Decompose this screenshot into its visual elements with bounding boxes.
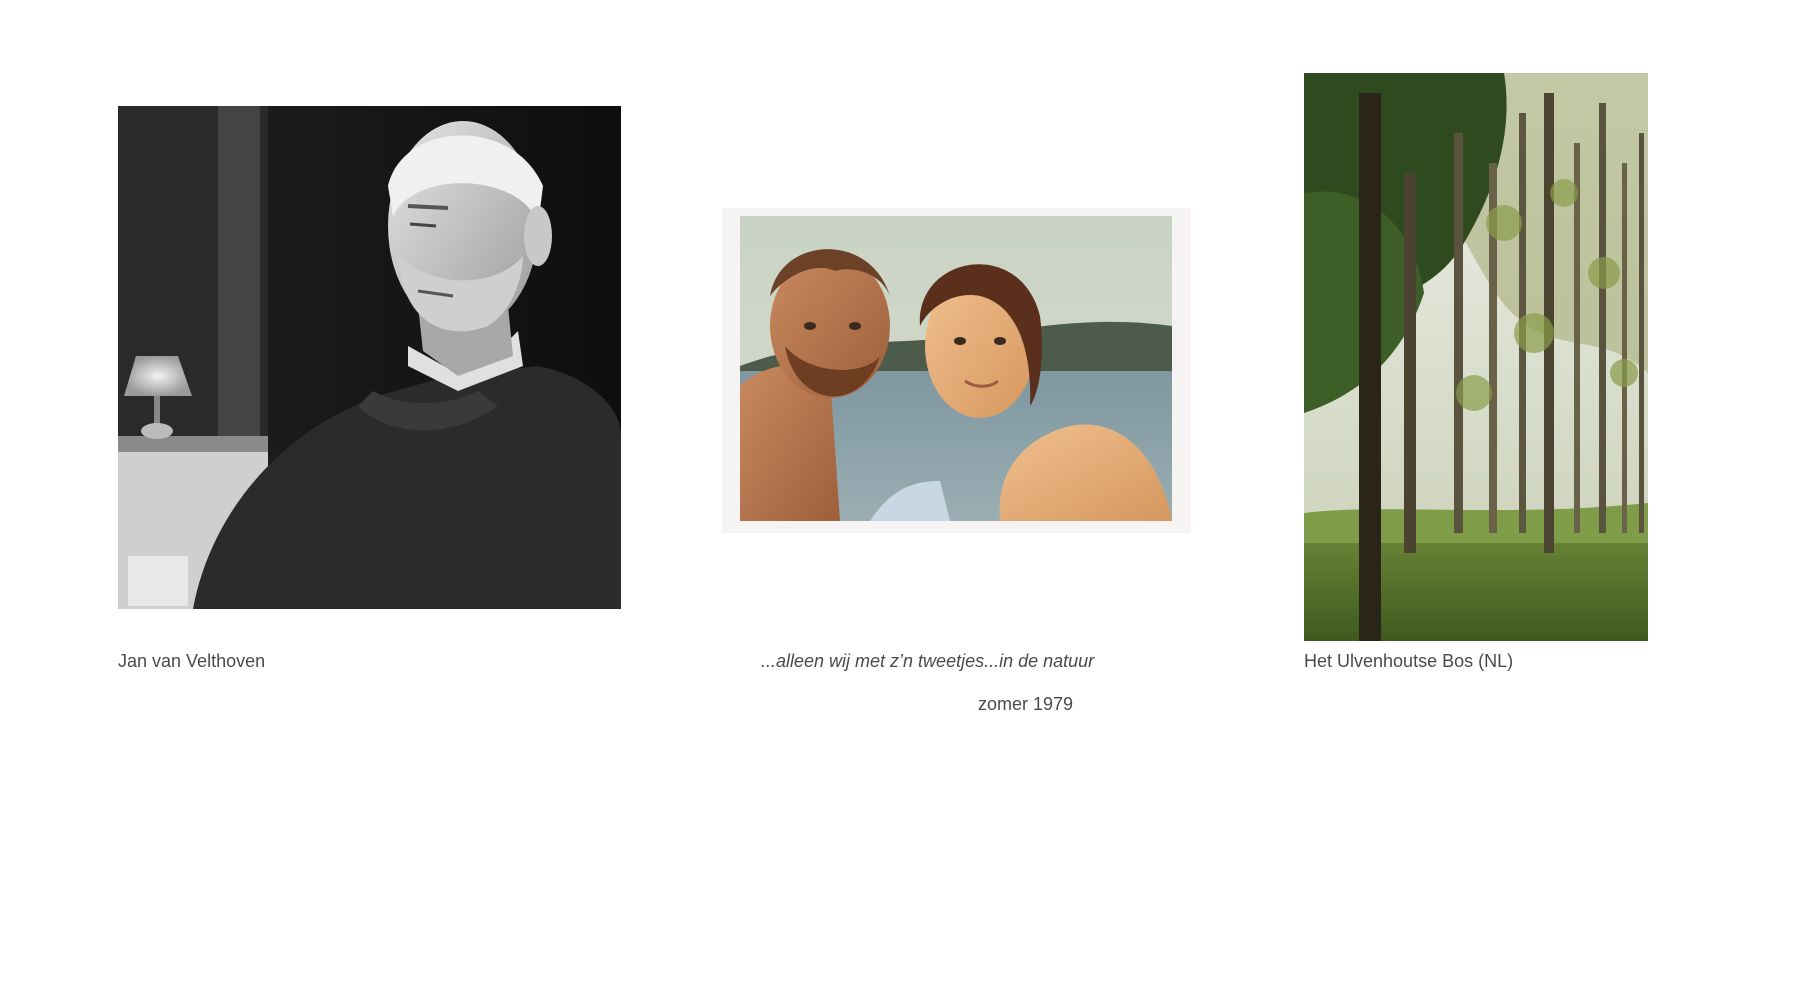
couple-image: [722, 208, 1191, 533]
portrait-photo[interactable]: [118, 106, 621, 609]
forest-photo[interactable]: [1304, 73, 1648, 641]
forest-caption: Het Ulvenhoutse Bos (NL): [1304, 651, 1514, 671]
couple-date: zomer 1979: [978, 694, 1074, 714]
portrait-caption: Jan van Velthoven: [118, 651, 266, 671]
couple-caption: ...alleen wij met z’n tweetjes...in de n…: [761, 651, 1095, 671]
couple-photo[interactable]: [722, 208, 1191, 533]
forest-image: [1304, 73, 1648, 641]
portrait-image: [118, 106, 621, 609]
